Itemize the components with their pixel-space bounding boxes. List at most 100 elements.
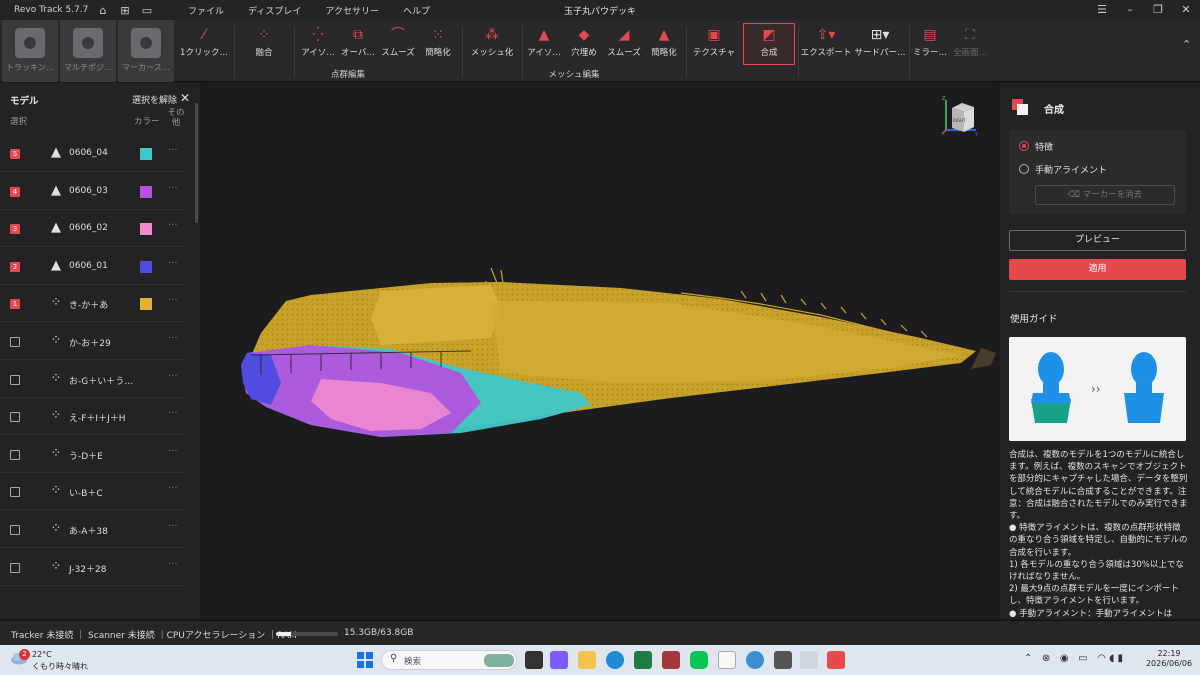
open-folder-icon[interactable]: ▭ <box>136 4 158 17</box>
edge-icon[interactable] <box>606 651 624 669</box>
3d-viewport[interactable] <box>201 83 999 619</box>
select-checkbox[interactable] <box>10 412 20 423</box>
tray-overflow-icon[interactable]: ⌃ <box>1024 653 1032 664</box>
select-checkbox[interactable] <box>10 487 20 498</box>
overlap-button[interactable]: ⧉ オーバ… <box>338 24 378 64</box>
toolbar-collapse-icon[interactable]: ⌃ <box>1182 38 1191 51</box>
fusion-button[interactable]: ⁘ 融合 <box>244 24 284 64</box>
deselect-button[interactable]: 選択を解除 <box>132 93 177 106</box>
tray-battery-icon[interactable]: ▭ <box>1078 653 1087 664</box>
app-icon-red[interactable] <box>662 651 680 669</box>
model-row[interactable]: ⁘ お-G＋い＋う… ··· <box>0 361 186 398</box>
mesh-isolate-button[interactable]: ▲ アイソ… <box>524 24 564 64</box>
model-row[interactable]: ⁘ う-D＋E ··· <box>0 436 186 473</box>
model-row[interactable]: 1 ⁘ き-か＋あ ··· <box>0 285 186 323</box>
model-row[interactable]: ⁘ え-F＋I＋J＋H ··· <box>0 398 186 436</box>
more-options-icon[interactable]: ··· <box>168 333 178 344</box>
close-panel-icon[interactable]: ✕ <box>180 91 190 105</box>
meshing-button[interactable]: ⁂ メッシュ化 <box>466 24 518 64</box>
file-explorer-icon[interactable] <box>578 651 596 669</box>
preview-button[interactable]: プレビュー <box>1009 230 1186 251</box>
tray-app-icon[interactable]: ⊗ <box>1042 653 1050 664</box>
minimize-icon[interactable]: – <box>1116 0 1144 20</box>
texture-button[interactable]: ▣ テクスチャ <box>690 24 738 64</box>
new-project-icon[interactable]: ⊞ <box>114 4 136 17</box>
globe-icon[interactable] <box>746 651 764 669</box>
select-checkbox[interactable] <box>10 337 20 347</box>
model-row[interactable]: 2 ▲ 0606_01 ··· <box>0 248 186 285</box>
home-icon[interactable]: ⌂ <box>92 4 114 17</box>
model-row[interactable]: 3 ▲ 0606_02 ··· <box>0 210 186 248</box>
more-options-icon[interactable]: ··· <box>168 408 178 419</box>
model-row[interactable]: 4 ▲ 0606_03 ··· <box>0 173 186 210</box>
view-cube[interactable]: RIGHT Z Y <box>940 94 980 138</box>
taskbar-clock[interactable]: 22:19 2026/06/06 <box>1140 649 1198 669</box>
menu-display[interactable]: ディスプレイ <box>236 4 313 17</box>
menu-help[interactable]: ヘルプ <box>391 4 442 17</box>
model-row[interactable]: ⁘ あ-A＋38 ··· <box>0 511 186 548</box>
model-color-swatch[interactable] <box>140 260 152 273</box>
selection-order-badge[interactable]: 5 <box>10 149 20 159</box>
radio-manual[interactable] <box>1019 164 1029 174</box>
model-row[interactable]: ⁘ か-お＋29 ··· <box>0 323 186 360</box>
more-options-icon[interactable]: ··· <box>168 483 178 494</box>
mode-multi-position[interactable]: マルチポジ… <box>60 20 116 82</box>
battery-icon[interactable]: ▮ <box>1118 653 1124 664</box>
select-checkbox[interactable] <box>10 449 20 460</box>
document-icon[interactable] <box>718 651 736 669</box>
close-icon[interactable]: ✕ <box>1172 0 1200 20</box>
simplify-button[interactable]: ⁙ 簡略化 <box>418 24 458 64</box>
excel-icon[interactable] <box>634 651 652 669</box>
task-view-icon[interactable] <box>525 651 543 669</box>
model-color-swatch[interactable] <box>140 223 152 236</box>
volume-icon[interactable]: ◖ <box>1109 653 1114 664</box>
isolate-button[interactable]: ⁛ アイソ… <box>298 24 338 64</box>
export-button[interactable]: ⇪▾ エクスポート <box>800 24 852 64</box>
models-scrollbar[interactable] <box>195 103 198 223</box>
model-color-swatch[interactable] <box>140 185 152 198</box>
more-options-icon[interactable]: ··· <box>168 521 178 532</box>
fill-holes-button[interactable]: ◆ 穴埋め <box>564 24 604 64</box>
mesh-simplify-button[interactable]: ▲ 簡略化 <box>644 24 684 64</box>
apply-button[interactable]: 適用 <box>1009 259 1186 280</box>
app-icon-dark[interactable] <box>774 651 792 669</box>
third-party-button[interactable]: ⊞▾ サードパー… <box>852 24 908 64</box>
fullscreen-button[interactable]: ⛶ 全画面… <box>950 24 990 64</box>
revo-scan-icon[interactable] <box>827 651 845 669</box>
start-icon[interactable] <box>356 651 374 669</box>
maximize-icon[interactable]: ❐ <box>1144 0 1172 20</box>
copilot-icon[interactable] <box>550 651 568 669</box>
selection-order-badge[interactable]: 4 <box>10 186 20 197</box>
line-icon[interactable] <box>690 651 708 669</box>
more-options-icon[interactable]: ··· <box>168 220 178 231</box>
mode-tracking[interactable]: トラッキン… <box>2 20 58 82</box>
model-row[interactable]: ⁘ J-32＋28 ··· <box>0 549 186 586</box>
more-options-icon[interactable]: ··· <box>168 446 178 457</box>
select-checkbox[interactable] <box>10 562 20 573</box>
one-click-button[interactable]: ⁄ 1クリック… <box>176 24 232 64</box>
smooth-button[interactable]: ⌒ スムーズ <box>378 24 418 64</box>
more-options-icon[interactable]: ··· <box>168 371 178 382</box>
selection-order-badge[interactable]: 1 <box>10 299 20 310</box>
mode-marker-scan[interactable]: マーカース… <box>118 20 174 82</box>
select-checkbox[interactable] <box>10 374 20 385</box>
app-icon-gray[interactable] <box>800 651 818 669</box>
menu-accessory[interactable]: アクセサリー <box>313 4 391 17</box>
more-options-icon[interactable]: ··· <box>168 295 178 306</box>
merge-button[interactable]: ◩ 合成 <box>743 23 795 65</box>
more-options-icon[interactable]: ··· <box>168 559 178 570</box>
settings-icon[interactable]: ☰ <box>1088 0 1116 20</box>
taskbar-search[interactable]: ⚲ 検索 <box>381 650 517 670</box>
model-row[interactable]: ⁘ い-B＋C ··· <box>0 473 186 511</box>
more-options-icon[interactable]: ··· <box>168 258 178 269</box>
wifi-icon[interactable]: ◠ <box>1097 653 1106 664</box>
more-options-icon[interactable]: ··· <box>168 145 178 156</box>
model-color-swatch[interactable] <box>140 148 152 160</box>
tray-camera-icon[interactable]: ◉ <box>1060 653 1069 664</box>
mesh-smooth-button[interactable]: ◢ スムーズ <box>604 24 644 64</box>
model-row[interactable]: 5 ▲ 0606_04 ··· <box>0 135 186 172</box>
select-checkbox[interactable] <box>10 525 20 535</box>
selection-order-badge[interactable]: 3 <box>10 224 20 235</box>
erase-markers-button[interactable]: ⌫ マーカーを消去 <box>1035 185 1175 205</box>
radio-feature[interactable] <box>1019 141 1029 151</box>
